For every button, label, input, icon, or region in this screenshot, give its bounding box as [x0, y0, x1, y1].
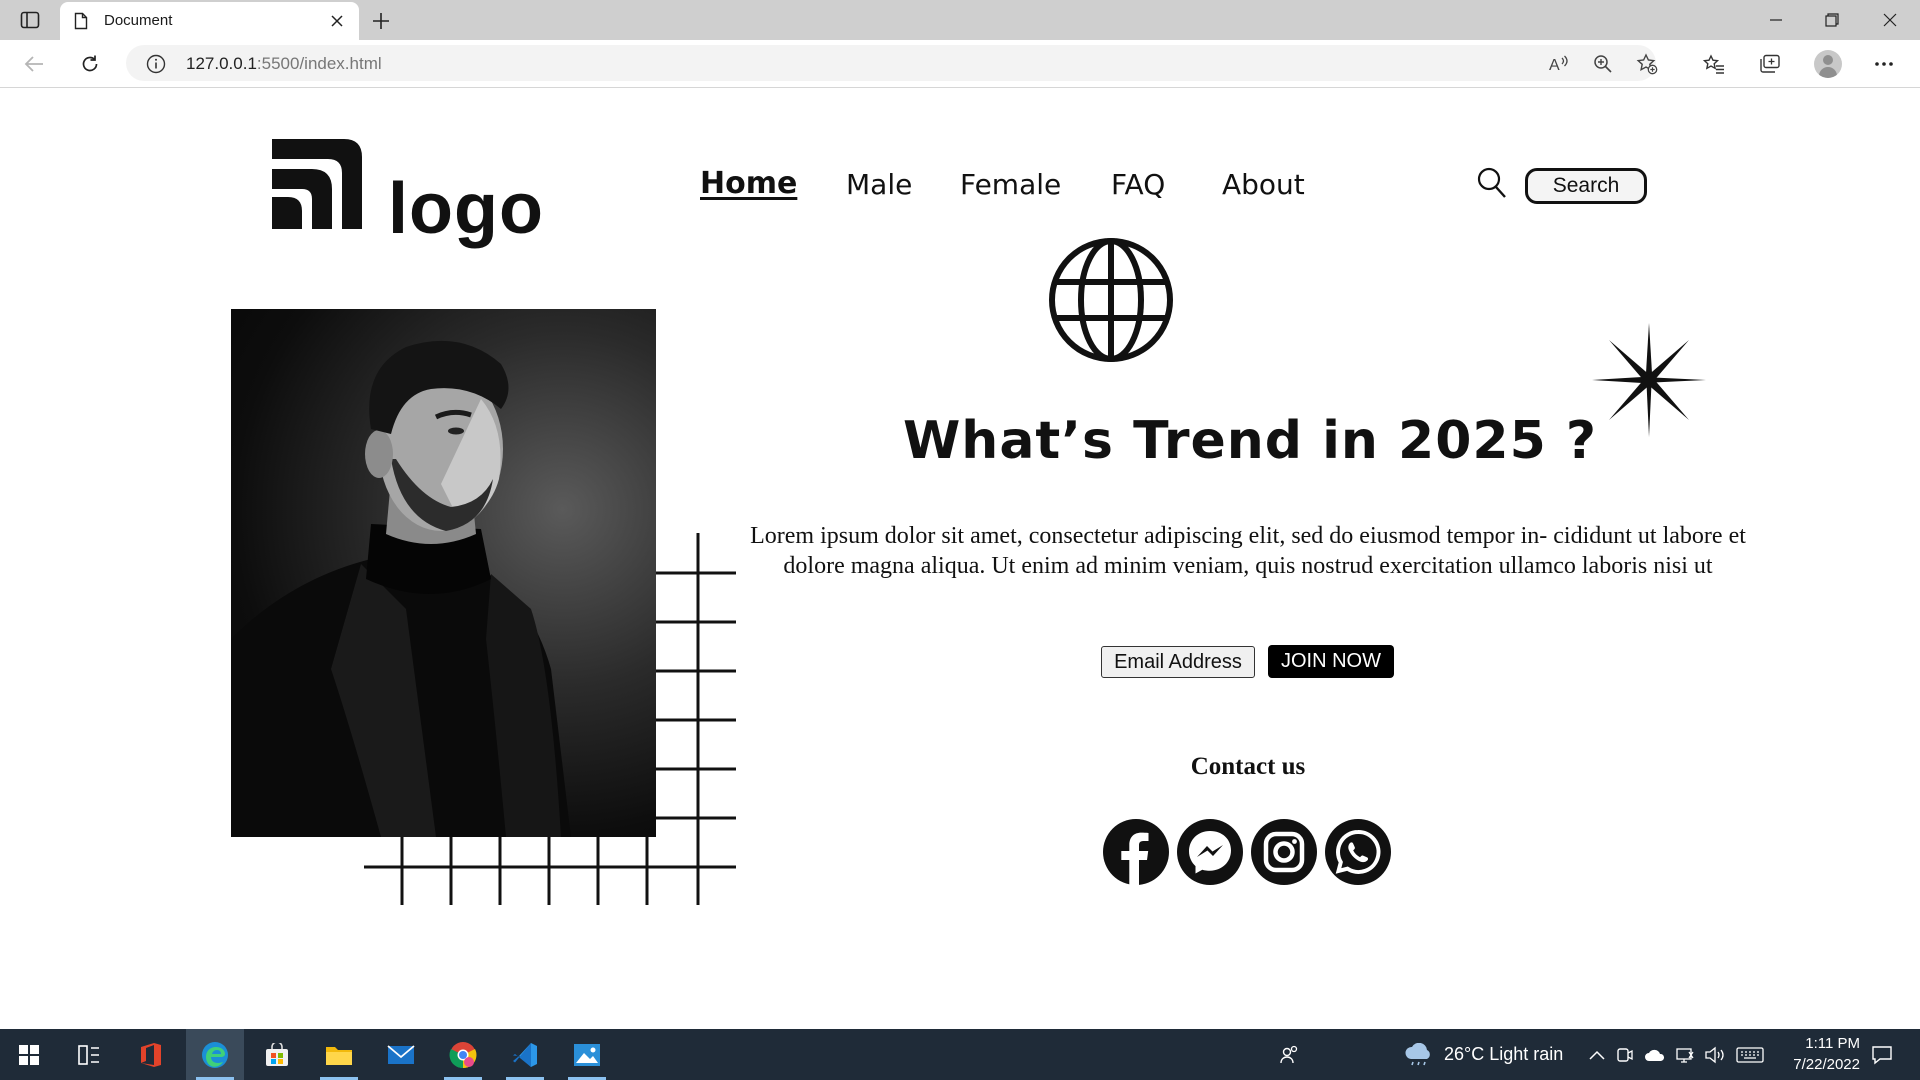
minimize-icon[interactable]	[1758, 6, 1794, 34]
nav-male[interactable]: Male	[846, 168, 912, 201]
search-button[interactable]: Search	[1525, 168, 1647, 204]
logo-text: logo	[388, 169, 544, 249]
browser-toolbar: 127.0.0.1:5500/index.html A	[0, 40, 1920, 88]
office-icon[interactable]	[122, 1029, 180, 1080]
web-page: logo Home Male Female FAQ About Search W…	[0, 89, 1920, 1029]
network-icon[interactable]	[1670, 1029, 1700, 1080]
system-clock[interactable]: 1:11 PM 7/22/2022	[1760, 1033, 1860, 1075]
more-options-icon[interactable]	[1870, 50, 1898, 78]
close-window-icon[interactable]	[1872, 6, 1908, 34]
favorites-icon[interactable]	[1700, 50, 1728, 78]
new-tab-icon[interactable]	[368, 8, 394, 34]
nav-about[interactable]: About	[1222, 168, 1305, 201]
profile-avatar[interactable]	[1814, 50, 1842, 78]
file-explorer-icon[interactable]	[310, 1029, 368, 1080]
close-tab-icon[interactable]	[327, 11, 347, 31]
hero-description: Lorem ipsum dolor sit amet, consectetur …	[750, 523, 1746, 579]
globe-icon	[1048, 237, 1174, 368]
people-icon[interactable]	[1270, 1029, 1310, 1080]
nav-home[interactable]: Home	[700, 166, 797, 201]
back-icon[interactable]	[20, 50, 48, 78]
nav-faq[interactable]: FAQ	[1111, 168, 1165, 201]
task-view-icon[interactable]	[60, 1029, 118, 1080]
url-path: :5500/index.html	[256, 54, 382, 73]
browser-tabbar: Document	[0, 0, 1920, 40]
tab-title: Document	[104, 12, 173, 29]
restore-icon[interactable]	[1814, 6, 1850, 34]
chevron-up-icon[interactable]	[1582, 1029, 1612, 1080]
read-aloud-icon[interactable]: A	[1546, 51, 1572, 77]
svg-text:A: A	[1549, 57, 1560, 74]
facebook-icon[interactable]	[1103, 819, 1169, 885]
search-icon[interactable]	[1477, 167, 1507, 204]
mail-icon[interactable]	[372, 1029, 430, 1080]
logo-mark-icon	[272, 139, 362, 229]
url-text: 127.0.0.1:5500/index.html	[186, 54, 382, 74]
notifications-icon[interactable]	[1862, 1029, 1902, 1080]
edge-icon[interactable]	[186, 1029, 244, 1080]
document-icon	[74, 12, 88, 35]
whatsapp-icon[interactable]	[1325, 819, 1391, 885]
vscode-icon[interactable]	[496, 1029, 554, 1080]
photos-icon[interactable]	[558, 1029, 616, 1080]
site-info-icon[interactable]	[146, 54, 166, 79]
site-logo[interactable]: logo	[272, 139, 543, 245]
volume-icon[interactable]	[1700, 1029, 1730, 1080]
weather-cloud-rain-icon[interactable]	[1398, 1029, 1438, 1080]
weather-text[interactable]: 26°C Light rain	[1444, 1044, 1563, 1065]
instagram-icon[interactable]	[1251, 819, 1317, 885]
clock-time: 1:11 PM	[1805, 1035, 1860, 1052]
onedrive-icon[interactable]	[1640, 1029, 1670, 1080]
windows-taskbar: 26°C Light rain 1:11 PM 7/22/2022	[0, 1029, 1920, 1080]
add-favorite-icon[interactable]	[1634, 51, 1660, 77]
address-bar[interactable]: 127.0.0.1:5500/index.html A	[126, 45, 1658, 81]
collections-icon[interactable]	[1756, 50, 1784, 78]
chrome-icon[interactable]	[434, 1029, 492, 1080]
clock-date: 7/22/2022	[1793, 1056, 1860, 1073]
reload-icon[interactable]	[76, 50, 104, 78]
url-host: 127.0.0.1	[186, 54, 257, 73]
sparkle-star-icon	[1592, 323, 1706, 442]
contact-us-heading: Contact us	[1190, 753, 1306, 780]
portrait-photo	[231, 309, 656, 837]
start-icon[interactable]	[0, 1029, 58, 1080]
nav-female[interactable]: Female	[960, 168, 1061, 201]
email-address-input[interactable]: Email Address	[1101, 646, 1255, 678]
meet-now-icon[interactable]	[1610, 1029, 1640, 1080]
tab-actions-icon[interactable]	[18, 9, 42, 31]
hero-headline: What’s Trend in 2025 ?	[902, 411, 1598, 471]
join-now-button[interactable]: JOIN NOW	[1268, 645, 1394, 678]
portrait-figure	[231, 340, 571, 837]
store-icon[interactable]	[248, 1029, 306, 1080]
browser-tab[interactable]: Document	[60, 2, 359, 40]
zoom-icon[interactable]	[1590, 51, 1616, 77]
messenger-icon[interactable]	[1177, 819, 1243, 885]
